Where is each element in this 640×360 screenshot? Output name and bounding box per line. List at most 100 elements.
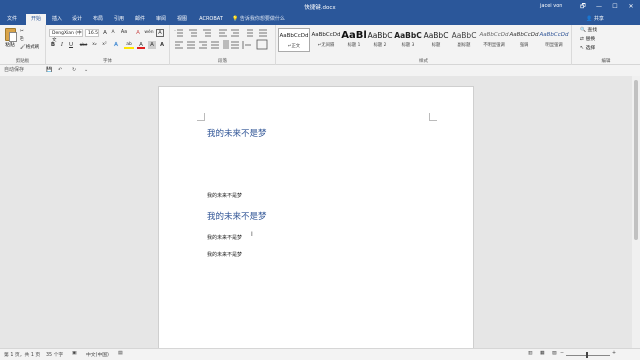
clipboard-group-label: 剪贴板 — [15, 59, 30, 64]
language-indicator[interactable]: 中文(中国) — [86, 351, 109, 358]
minimize-button[interactable]: — — [594, 2, 604, 11]
zoom-slider-handle[interactable] — [586, 352, 588, 358]
read-mode-icon[interactable]: ▥ — [528, 351, 533, 356]
ribbon-display-icon[interactable]: 🗗 — [578, 2, 588, 11]
text-effects-icon[interactable]: A — [112, 41, 120, 49]
paragraph-group: 段落 — [170, 25, 276, 65]
cursor-icon: ↖ — [580, 46, 585, 51]
heading-1[interactable]: 我的未来不是梦 — [207, 127, 267, 139]
cut-icon[interactable]: ✂ — [20, 28, 24, 35]
undo-icon[interactable]: ↶ — [58, 66, 62, 75]
tab-mailings[interactable]: 邮件 — [131, 14, 149, 25]
web-layout-icon[interactable]: ▧ — [552, 351, 557, 356]
paragraph-group-label: 段落 — [218, 59, 227, 64]
copy-icon[interactable]: ⎘ — [20, 36, 24, 43]
bold-button[interactable]: B — [49, 41, 57, 49]
document-page[interactable]: 我的未来不是梦 我的未来不是梦 我的未来不是梦 我的未来不是梦 I 我的未来不是… — [158, 86, 474, 348]
share-button[interactable]: 👤 共享 — [586, 14, 604, 25]
close-button[interactable]: ✕ — [626, 2, 636, 11]
share-label: 共享 — [593, 16, 604, 22]
customize-qat-icon[interactable]: ⌄ — [84, 66, 88, 75]
style-intense-emphasis[interactable]: AaBbCcDd 明显强调 — [538, 28, 570, 52]
lightbulb-icon: 💡 — [232, 16, 239, 22]
style-preview: AaBbCcDd — [279, 33, 309, 39]
paragraph-icons — [174, 29, 268, 50]
superscript-button[interactable]: x² — [100, 41, 109, 49]
save-icon[interactable]: 💾 — [46, 66, 52, 75]
tab-file[interactable]: 文件 — [3, 14, 21, 25]
style-normal[interactable]: AaBbCcDd ↵正文 — [278, 28, 310, 52]
phonetic-guide-icon[interactable]: wén — [144, 29, 154, 37]
style-preview: AaBbCcDd — [539, 32, 569, 38]
style-preview: AaBbCcDd — [509, 32, 539, 38]
highlight-icon[interactable]: ab — [124, 41, 134, 49]
word-count[interactable]: 35 个字 — [46, 351, 63, 358]
autosave-toggle[interactable]: 自动保存 — [4, 66, 24, 75]
paste-button[interactable]: 粘贴 — [2, 28, 18, 52]
body-paragraph-1[interactable]: 我的未来不是梦 — [207, 192, 242, 199]
format-painter-label: 格式刷 — [25, 45, 40, 50]
char-border-icon[interactable]: A — [158, 41, 166, 49]
styles-group: AaBbCcDd ↵正文 AaBbCcDd ↵无间隔 AaBl 标题 1 AaBbC 标… — [276, 25, 572, 65]
italic-button[interactable]: I — [58, 41, 66, 49]
clipboard-group: 粘贴 ✂ ⎘ 🖌格式刷 剪贴板 — [0, 25, 46, 65]
style-name: 不明显强调 — [483, 43, 505, 48]
change-case-icon[interactable]: Aa — [119, 29, 129, 37]
font-size-box[interactable]: 16.5 — [85, 29, 99, 37]
zoom-in-button[interactable]: + — [612, 351, 616, 356]
body-paragraph-2[interactable]: 我的未来不是梦 — [207, 234, 242, 241]
heading-2[interactable]: 我的未来不是梦 — [207, 210, 267, 222]
tab-view[interactable]: 视图 — [173, 14, 191, 25]
zoom-out-button[interactable]: − — [560, 351, 564, 356]
grow-font-icon[interactable]: A — [101, 29, 109, 37]
font-group: DengXian (中文 16.5 A A Aa A wén A B I U a… — [46, 25, 170, 65]
find-button[interactable]: 🔍 查找 — [580, 27, 597, 35]
tell-me-text: 告诉我你想要做什么 — [239, 16, 285, 22]
tab-home[interactable]: 开始 — [26, 14, 46, 25]
char-shading-icon[interactable]: A — [148, 41, 156, 49]
clear-format-icon[interactable]: A — [134, 29, 142, 37]
select-label: 选择 — [585, 46, 596, 51]
style-name: 副标题 — [457, 43, 471, 48]
enclose-char-icon[interactable]: A — [156, 29, 164, 37]
style-subtitle[interactable]: AaBbC 副标题 — [448, 28, 480, 52]
style-subtle-emphasis[interactable]: AaBbCcDd 不明显强调 — [478, 28, 510, 52]
user-name[interactable]: jacei von — [540, 3, 562, 9]
font-group-label: 字体 — [103, 59, 112, 64]
margin-mark-top-left — [197, 113, 205, 121]
font-name-box[interactable]: DengXian (中文 — [49, 29, 83, 43]
tab-insert[interactable]: 插入 — [48, 14, 66, 25]
underline-button[interactable]: U — [67, 41, 75, 49]
print-layout-icon[interactable]: ▦ — [540, 351, 545, 356]
maximize-button[interactable]: ☐ — [610, 2, 620, 11]
replace-label: 替换 — [585, 37, 596, 42]
tab-design[interactable]: 设计 — [68, 14, 86, 25]
replace-button[interactable]: ⇄ 替换 — [580, 36, 595, 44]
body-paragraph-3[interactable]: 我的未来不是梦 — [207, 251, 242, 258]
macro-icon[interactable]: ▤ — [118, 351, 123, 356]
format-painter-button[interactable]: 🖌格式刷 — [20, 44, 39, 51]
shrink-font-icon[interactable]: A — [109, 29, 117, 37]
tab-acrobat[interactable]: ACROBAT — [196, 14, 226, 25]
font-color-icon[interactable]: A — [137, 41, 145, 49]
subscript-button[interactable]: x₂ — [90, 41, 99, 49]
scrollbar-thumb[interactable] — [634, 80, 638, 240]
strikethrough-button[interactable]: abc — [78, 41, 89, 49]
paste-icon — [4, 28, 17, 42]
redo-icon[interactable]: ↻ — [72, 66, 76, 75]
tab-layout[interactable]: 布局 — [89, 14, 107, 25]
tab-references[interactable]: 引用 — [110, 14, 128, 25]
vertical-scrollbar[interactable] — [632, 76, 640, 348]
margin-mark-top-right — [429, 113, 437, 121]
proofing-icon[interactable]: ▣ — [72, 351, 77, 356]
tab-review[interactable]: 审阅 — [152, 14, 170, 25]
zoom-slider[interactable] — [566, 355, 610, 356]
person-icon: 👤 — [586, 16, 593, 22]
replace-icon: ⇄ — [580, 37, 585, 42]
tell-me-search[interactable]: 💡 告诉我你想要做什么 — [232, 14, 285, 25]
search-icon: 🔍 — [580, 28, 586, 33]
select-button[interactable]: ↖ 选择 — [580, 45, 595, 53]
style-emphasis[interactable]: AaBbCcDd 强调 — [508, 28, 540, 52]
page-count[interactable]: 第 1 页，共 1 页 — [4, 351, 40, 358]
styles-group-label: 样式 — [419, 59, 428, 64]
